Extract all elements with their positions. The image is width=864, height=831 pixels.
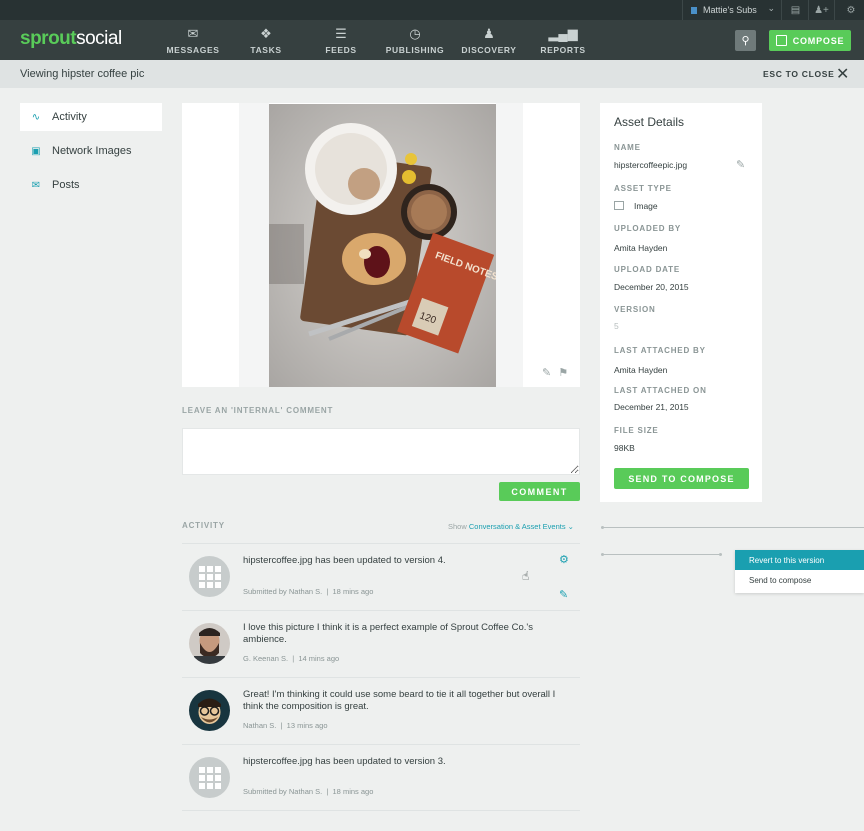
bar-chart-icon: ▂▄▆ xyxy=(548,26,578,41)
grid-icon xyxy=(198,766,221,789)
sidebar: ∿ Activity ▣ Network Images ✉ Posts xyxy=(20,103,162,205)
compose-icon xyxy=(775,35,787,46)
divider xyxy=(601,553,722,556)
pages-icon[interactable]: ▤ xyxy=(783,0,809,20)
image-tools: ✎ ⚑ xyxy=(542,366,568,379)
version-avatar xyxy=(189,556,230,597)
divider xyxy=(601,526,864,529)
revert-version-menu-item[interactable]: Revert to this version xyxy=(735,550,864,570)
compose-button[interactable]: COMPOSE xyxy=(769,30,851,51)
top-strip: Mattie's Subs ⌄ ▤ ♟+ ⚙ xyxy=(0,0,864,20)
sidebar-item-network-images[interactable]: ▣ Network Images xyxy=(20,137,162,165)
grid-icon xyxy=(198,565,221,588)
asset-photo: FIELD NOTES 120 xyxy=(269,104,496,387)
activity-item: hipstercoffee.jpg has been updated to ve… xyxy=(182,744,580,811)
activity-heading: ACTIVITY xyxy=(182,521,225,530)
nav-item-discovery[interactable]: ♟ DISCOVERY xyxy=(454,25,524,55)
asset-details-panel: Asset Details NAME hipstercoffeepic.jpg … xyxy=(600,103,762,502)
tag-icon[interactable]: ⚑ xyxy=(558,367,568,379)
nav-item-publishing[interactable]: ◷ PUBLISHING xyxy=(380,25,450,55)
activity-feed: hipstercoffee.jpg has been updated to ve… xyxy=(182,543,580,811)
activity-filter[interactable]: Show Conversation & Asset Events ⌄ xyxy=(448,522,574,531)
add-user-icon[interactable]: ♟+ xyxy=(809,0,835,20)
asset-type: Image xyxy=(614,201,658,211)
esc-to-close-link[interactable]: ESC TO CLOSE xyxy=(763,69,835,79)
comment-input[interactable] xyxy=(182,428,580,475)
account-label: Mattie's Subs xyxy=(703,5,757,15)
feeds-icon: ☰ xyxy=(335,26,347,41)
version-actions-menu: Revert to this version Send to compose xyxy=(735,550,864,593)
asset-details-title: Asset Details xyxy=(614,115,685,129)
person-icon: ♟ xyxy=(483,26,495,41)
search-button[interactable]: ⚲ xyxy=(735,30,756,51)
nav-item-feeds[interactable]: ☰ FEEDS xyxy=(306,25,376,55)
version-avatar xyxy=(189,757,230,798)
main-nav: sproutsocial ✉ MESSAGES ❖ TASKS ☰ FEEDS … xyxy=(0,20,864,60)
edit-icon[interactable]: ✎ xyxy=(559,588,568,601)
envelope-icon: ✉ xyxy=(187,26,199,41)
activity-item: hipstercoffee.jpg has been updated to ve… xyxy=(182,543,580,610)
avatar xyxy=(189,690,230,731)
hand-cursor-icon: ☝ xyxy=(522,569,530,583)
gear-icon[interactable]: ⚙ xyxy=(559,553,569,566)
send-to-compose-menu-item[interactable]: Send to compose xyxy=(735,570,864,590)
edit-pencil-icon[interactable]: ✎ xyxy=(736,158,745,171)
search-icon: ⚲ xyxy=(741,35,750,47)
nav-item-reports[interactable]: ▂▄▆ REPORTS xyxy=(528,25,598,55)
account-flag-icon xyxy=(691,6,697,14)
edit-pencil-icon[interactable]: ✎ xyxy=(542,367,551,379)
asset-name: hipstercoffeepic.jpg xyxy=(614,160,688,170)
image-preview-panel: FIELD NOTES 120 ✎ ⚑ xyxy=(182,103,580,387)
nav-item-messages[interactable]: ✉ MESSAGES xyxy=(158,25,228,55)
chevron-down-icon: ⌄ xyxy=(767,3,775,13)
activity-item: Great! I'm thinking it could use some be… xyxy=(182,677,580,744)
sprout-social-logo[interactable]: sproutsocial xyxy=(20,28,122,50)
activity-icon: ∿ xyxy=(31,111,41,123)
nav-item-tasks[interactable]: ❖ TASKS xyxy=(231,25,301,55)
sidebar-item-posts[interactable]: ✉ Posts xyxy=(20,171,162,199)
comment-label: LEAVE AN 'INTERNAL' COMMENT xyxy=(182,406,334,415)
close-icon[interactable]: ✕ xyxy=(836,64,849,84)
settings-icon[interactable]: ⚙ xyxy=(838,0,864,20)
viewer-header: Viewing hipster coffee pic ESC TO CLOSE … xyxy=(0,60,864,88)
envelope-icon: ✉ xyxy=(31,179,41,191)
page-title: Viewing hipster coffee pic xyxy=(20,68,145,80)
image-icon xyxy=(614,201,624,210)
comment-button[interactable]: COMMENT xyxy=(499,482,580,501)
avatar xyxy=(189,623,230,664)
activity-item: I love this picture I think it is a perf… xyxy=(182,610,580,677)
pin-icon: ❖ xyxy=(260,26,272,41)
sidebar-item-activity[interactable]: ∿ Activity xyxy=(20,103,162,131)
send-to-compose-button[interactable]: SEND TO COMPOSE xyxy=(614,468,749,489)
clock-icon: ◷ xyxy=(409,26,421,41)
image-icon: ▣ xyxy=(31,145,41,157)
account-switcher[interactable]: Mattie's Subs ⌄ xyxy=(682,0,782,20)
chevron-down-icon: ⌄ xyxy=(567,522,574,531)
